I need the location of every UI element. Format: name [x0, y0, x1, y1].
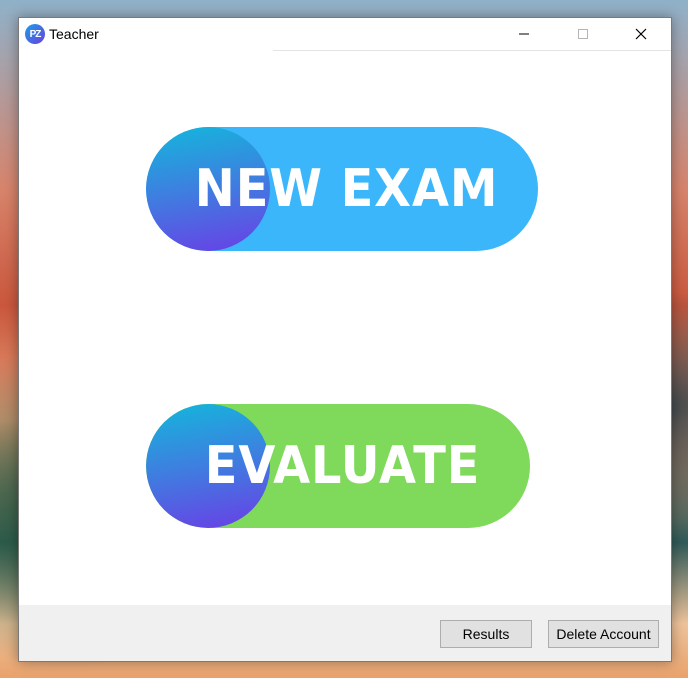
minimize-icon — [519, 33, 529, 35]
close-icon — [635, 28, 647, 40]
delete-account-button[interactable]: Delete Account — [548, 620, 659, 648]
results-button[interactable]: Results — [440, 620, 532, 648]
close-button[interactable] — [618, 18, 664, 50]
evaluate-label: EVALUATE — [204, 436, 481, 496]
teacher-window: PZ Teacher NEW EXAM EVALUATE Results Del… — [18, 17, 672, 662]
app-logo-icon: PZ — [25, 24, 45, 44]
minimize-button[interactable] — [501, 18, 547, 50]
window-title: Teacher — [49, 26, 99, 42]
maximize-icon — [578, 29, 588, 39]
evaluate-button[interactable]: EVALUATE — [146, 404, 530, 528]
footer-bar: Results Delete Account — [19, 605, 671, 661]
new-exam-button[interactable]: NEW EXAM — [146, 127, 538, 251]
new-exam-label: NEW EXAM — [194, 159, 499, 219]
title-bar[interactable]: PZ Teacher — [19, 18, 671, 50]
maximize-button[interactable] — [560, 18, 606, 50]
title-bar-divider — [273, 50, 671, 51]
